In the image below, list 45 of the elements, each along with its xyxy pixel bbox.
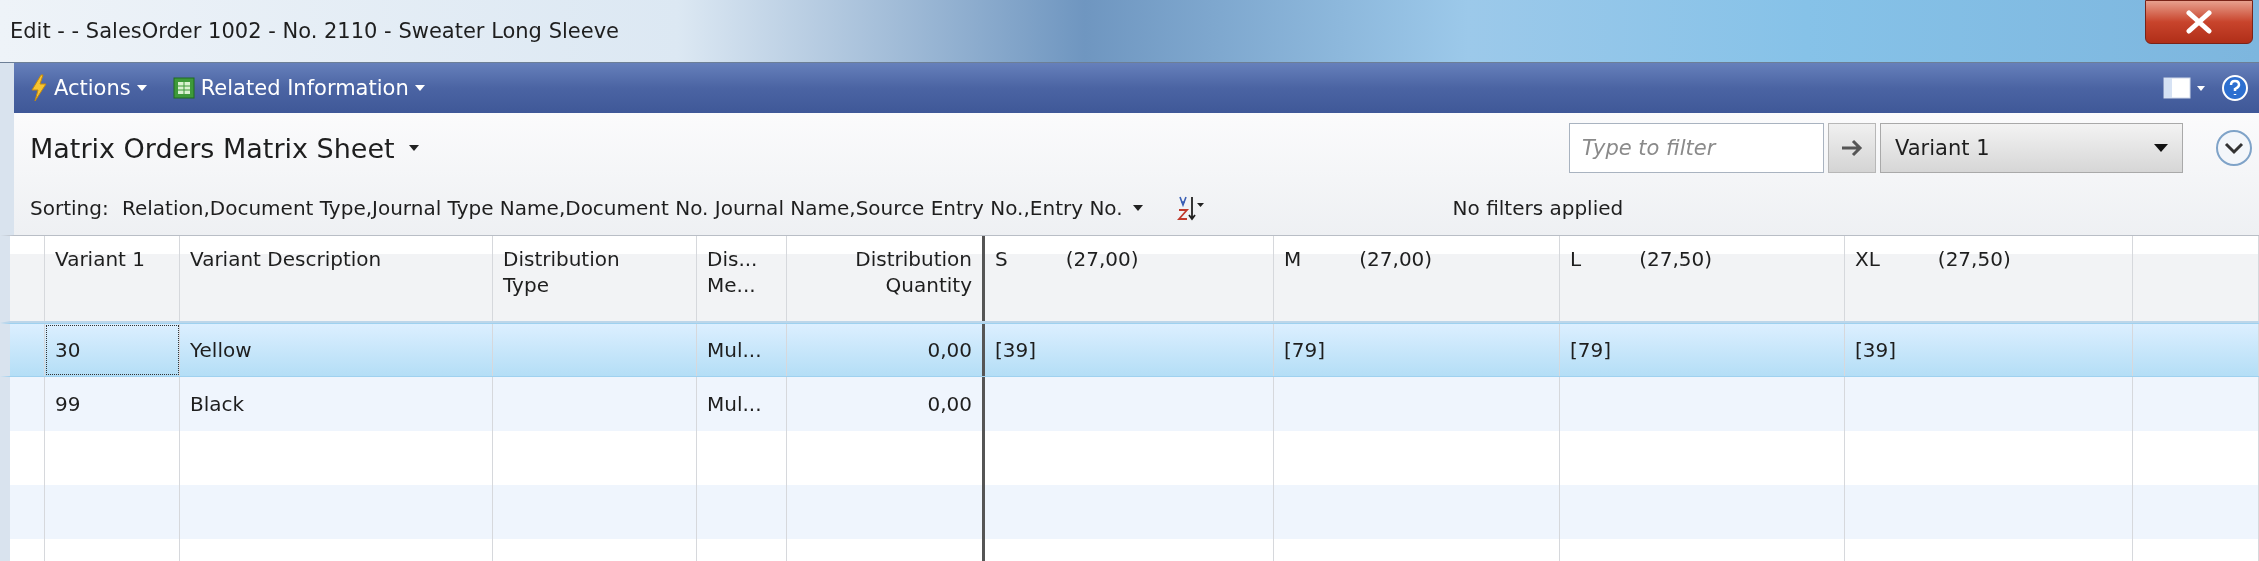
column-price: (27,50)	[1639, 246, 1713, 272]
table-cell: Mul...	[697, 324, 787, 376]
caret-icon	[2154, 144, 2168, 152]
column-header[interactable]: M	[1284, 246, 1302, 272]
column-price: (27,00)	[1359, 246, 1433, 272]
arrow-icon	[1840, 139, 1864, 157]
sorting-label: Sorting:	[30, 196, 110, 220]
column-header[interactable]: S	[995, 246, 1008, 272]
table-row[interactable]: 30 Yellow Mul... 0,00 [39] [79] [79] [39]	[0, 323, 2259, 377]
caret-icon	[408, 145, 419, 151]
table-cell: Yellow	[180, 324, 493, 376]
apply-filter-button[interactable]	[1828, 123, 1876, 173]
table-cell: [79]	[1560, 324, 1845, 376]
filter-field[interactable]: Type to filter	[1569, 123, 1824, 173]
column-header[interactable]: Dis... Me...	[697, 236, 787, 321]
chevron-icon[interactable]	[2215, 129, 2253, 167]
sorting-dropdown[interactable]: Relation,Document Type,Journal Type Name,Document No. Journal Name,Source Entry No.,Entry No.	[122, 196, 1143, 220]
filter-status: No filters applied	[1452, 196, 1624, 220]
filter-dropdown[interactable]: Variant 1	[1880, 123, 2183, 173]
column-header[interactable]: Variant 1	[45, 236, 180, 321]
column-price: (27,50)	[1937, 246, 2011, 272]
table-cell: [39]	[1845, 324, 2133, 376]
lightning-icon	[30, 74, 48, 102]
page-title[interactable]: Matrix Orders Matrix Sheet	[30, 132, 419, 164]
close-icon	[2184, 10, 2214, 34]
menu-button[interactable]: Related Information	[166, 72, 431, 104]
close-button[interactable]	[2145, 0, 2253, 44]
layout-icon[interactable]	[2163, 76, 2207, 100]
column-price: (27,00)	[1065, 246, 1139, 272]
menu-button[interactable]: Actions	[24, 70, 153, 106]
table-row[interactable]: 99 Black Mul... 0,00	[0, 377, 2259, 431]
column-header[interactable]: Variant Description	[180, 236, 493, 321]
window-title: Edit - - SalesOrder 1002 - No. 2110 - Sweater Long Sleeve	[9, 19, 619, 43]
table-cell: [79]	[1274, 324, 1560, 376]
help-icon[interactable]	[2221, 74, 2249, 102]
sort-icon[interactable]	[1176, 195, 1205, 221]
column-header[interactable]: Distribution Type	[493, 236, 697, 321]
caret-icon	[1132, 205, 1143, 211]
column-header[interactable]: L	[1570, 246, 1582, 272]
caret-icon	[414, 85, 425, 91]
grid-icon	[172, 77, 195, 99]
caret-icon	[136, 85, 147, 91]
column-header[interactable]: XL	[1855, 246, 1880, 272]
table-cell: 30	[45, 324, 180, 376]
table-cell: [39]	[985, 324, 1274, 376]
